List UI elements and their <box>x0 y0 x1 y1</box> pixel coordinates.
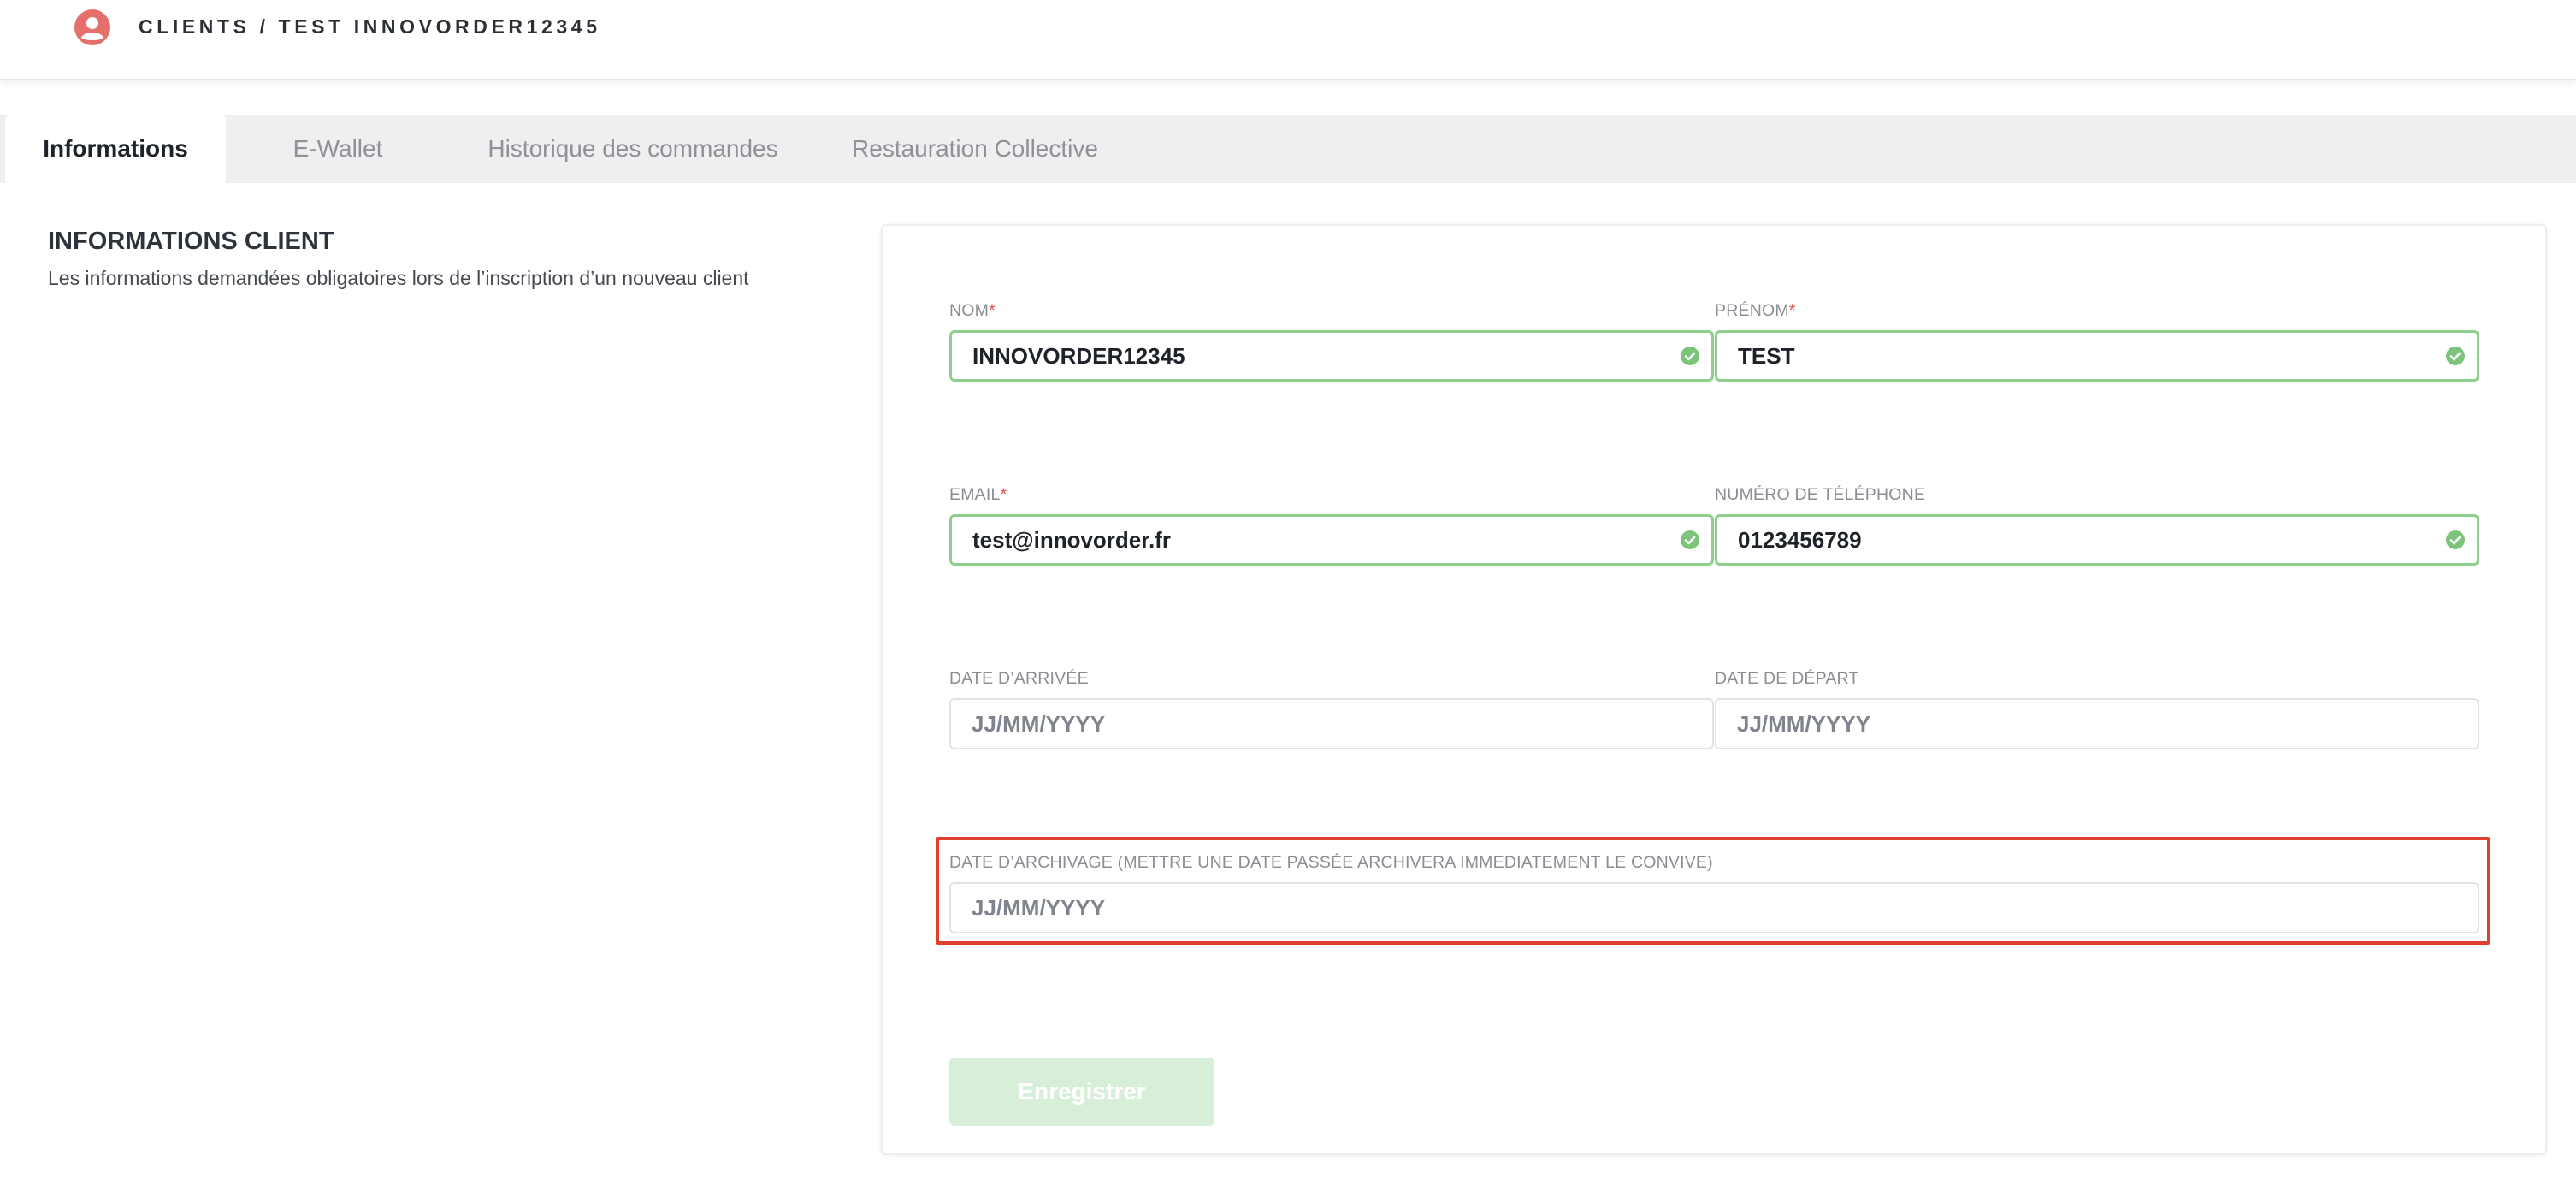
date-arrivee-label: DATE D’ARRIVÉE <box>949 669 1089 688</box>
tab-e-wallet[interactable]: E-Wallet <box>248 115 428 183</box>
date-archivage-label: DATE D’ARCHIVAGE (METTRE UNE DATE PASSÉE… <box>949 853 1713 872</box>
save-button[interactable]: Enregistrer <box>949 1058 1214 1126</box>
section-description: Les informations demandées obligatoires … <box>48 267 749 289</box>
tab-historique-des-commandes[interactable]: Historique des commandes <box>462 115 804 183</box>
date-archivage-input[interactable] <box>972 884 2430 932</box>
section-title: INFORMATIONS CLIENT <box>48 228 334 255</box>
user-circle-icon[interactable] <box>74 9 110 45</box>
check-icon <box>2446 347 2465 365</box>
check-icon <box>1681 530 1699 549</box>
date-arrivee-input[interactable] <box>972 700 1664 748</box>
breadcrumb: CLIENTS / TEST INNOVORDER12345 <box>139 15 601 38</box>
prenom-input[interactable] <box>1738 333 2429 379</box>
check-icon <box>1681 347 1699 365</box>
email-label: EMAIL* <box>949 485 1007 504</box>
email-input[interactable] <box>972 517 1663 563</box>
date-depart-input[interactable] <box>1737 700 2430 748</box>
email-field-wrapper <box>949 514 1714 566</box>
prenom-label: PRÉNOM* <box>1715 301 1796 320</box>
check-icon <box>2446 530 2465 549</box>
tab-bar: Informations E-Wallet Historique des com… <box>0 115 2576 183</box>
prenom-field-wrapper <box>1715 330 2479 382</box>
nom-field-wrapper <box>949 330 1714 382</box>
telephone-field-wrapper <box>1715 514 2479 566</box>
telephone-input[interactable] <box>1738 517 2429 563</box>
date-archivage-field-wrapper <box>949 882 2479 933</box>
tab-restauration-collective[interactable]: Restauration Collective <box>830 115 1120 183</box>
nom-input[interactable] <box>972 333 1663 379</box>
telephone-label: NUMÉRO DE TÉLÉPHONE <box>1715 485 1926 504</box>
tab-informations[interactable]: Informations <box>5 115 226 183</box>
date-depart-label: DATE DE DÉPART <box>1715 669 1859 688</box>
nom-label: NOM* <box>949 301 996 320</box>
date-arrivee-field-wrapper <box>949 698 1714 749</box>
date-depart-field-wrapper <box>1715 698 2479 749</box>
top-header: CLIENTS / TEST INNOVORDER12345 <box>0 0 2576 80</box>
